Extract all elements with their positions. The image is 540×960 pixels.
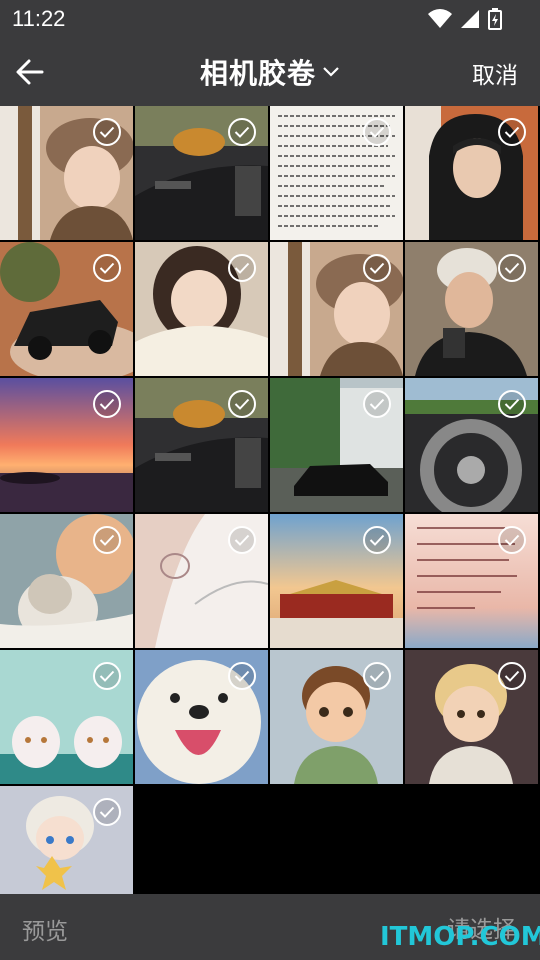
wifi-icon	[428, 9, 452, 28]
select-checkbox[interactable]	[363, 118, 391, 146]
checkmark-icon	[99, 534, 115, 546]
checkmark-icon	[234, 398, 250, 410]
checkmark-icon	[504, 534, 520, 546]
battery-icon	[488, 8, 502, 30]
select-checkbox[interactable]	[93, 662, 121, 690]
checkmark-icon	[99, 670, 115, 682]
back-arrow-icon[interactable]	[14, 56, 46, 88]
checkmark-icon	[99, 398, 115, 410]
checkmark-icon	[369, 126, 385, 138]
photo-thumbnail[interactable]	[0, 650, 133, 784]
photo-grid	[0, 106, 540, 894]
watermark-text: ITMOP.COM	[380, 922, 540, 952]
preview-button[interactable]: 预览	[22, 912, 68, 946]
signal-icon	[461, 10, 479, 28]
photo-thumbnail[interactable]	[0, 106, 133, 240]
photo-thumbnail[interactable]	[135, 242, 268, 376]
select-checkbox[interactable]	[93, 254, 121, 282]
select-checkbox[interactable]	[498, 662, 526, 690]
photo-thumbnail[interactable]	[135, 514, 268, 648]
checkmark-icon	[234, 262, 250, 274]
photo-thumbnail[interactable]	[405, 514, 538, 648]
checkmark-icon	[504, 126, 520, 138]
photo-thumbnail[interactable]	[270, 106, 403, 240]
checkmark-icon	[504, 670, 520, 682]
select-checkbox[interactable]	[228, 662, 256, 690]
photo-thumbnail[interactable]	[0, 514, 133, 648]
select-checkbox[interactable]	[363, 254, 391, 282]
photo-thumbnail[interactable]	[0, 242, 133, 376]
photo-thumbnail[interactable]	[270, 378, 403, 512]
photo-thumbnail[interactable]	[0, 378, 133, 512]
photo-thumbnail[interactable]	[135, 106, 268, 240]
chevron-down-icon	[323, 67, 339, 77]
select-checkbox[interactable]	[93, 526, 121, 554]
photo-thumbnail[interactable]	[270, 242, 403, 376]
photo-thumbnail[interactable]	[405, 378, 538, 512]
page-title: 相机胶卷	[199, 57, 316, 90]
select-checkbox[interactable]	[363, 390, 391, 418]
checkmark-icon	[369, 534, 385, 546]
checkmark-icon	[369, 262, 385, 274]
status-icons	[428, 8, 502, 30]
select-checkbox[interactable]	[498, 118, 526, 146]
select-checkbox[interactable]	[93, 798, 121, 826]
checkmark-icon	[99, 262, 115, 274]
checkmark-icon	[99, 806, 115, 818]
checkmark-icon	[369, 398, 385, 410]
photo-thumbnail[interactable]	[405, 650, 538, 784]
photo-thumbnail[interactable]	[135, 378, 268, 512]
cancel-button[interactable]: 取消	[472, 56, 518, 90]
select-checkbox[interactable]	[228, 254, 256, 282]
checkmark-icon	[99, 126, 115, 138]
checkmark-icon	[234, 670, 250, 682]
photo-thumbnail[interactable]	[270, 514, 403, 648]
checkmark-icon	[504, 398, 520, 410]
checkmark-icon	[369, 670, 385, 682]
select-checkbox[interactable]	[93, 390, 121, 418]
select-checkbox[interactable]	[363, 526, 391, 554]
select-checkbox[interactable]	[498, 526, 526, 554]
select-checkbox[interactable]	[93, 118, 121, 146]
photo-thumbnail[interactable]	[405, 106, 538, 240]
select-checkbox[interactable]	[498, 390, 526, 418]
status-bar: 11:22	[0, 0, 540, 38]
app-header: 相机胶卷 取消	[0, 38, 540, 106]
select-checkbox[interactable]	[363, 662, 391, 690]
select-checkbox[interactable]	[498, 254, 526, 282]
photo-thumbnail[interactable]	[270, 650, 403, 784]
select-checkbox[interactable]	[228, 118, 256, 146]
status-time: 11:22	[12, 6, 66, 31]
select-checkbox[interactable]	[228, 526, 256, 554]
photo-thumbnail[interactable]	[135, 650, 268, 784]
checkmark-icon	[234, 126, 250, 138]
album-selector[interactable]: 相机胶卷	[200, 52, 340, 92]
photo-thumbnail[interactable]	[405, 242, 538, 376]
checkmark-icon	[234, 534, 250, 546]
checkmark-icon	[504, 262, 520, 274]
select-checkbox[interactable]	[228, 390, 256, 418]
